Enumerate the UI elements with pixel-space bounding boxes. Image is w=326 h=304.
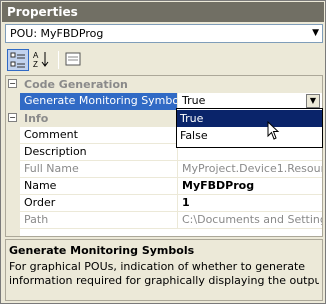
property-value: C:\Documents and Settings\A bbox=[182, 213, 322, 226]
property-name: Comment bbox=[20, 127, 178, 144]
property-row-name[interactable]: Name MyFBDProg bbox=[6, 178, 322, 195]
categorized-icon bbox=[10, 52, 25, 68]
property-row-full-name[interactable]: Full Name MyProject.Device1.Resource bbox=[6, 161, 322, 178]
property-pages-icon bbox=[65, 52, 81, 66]
collapse-icon[interactable]: − bbox=[8, 113, 17, 122]
property-value[interactable]: 1 bbox=[178, 195, 322, 212]
categorized-button[interactable] bbox=[7, 49, 29, 71]
alphabetical-icon: A Z bbox=[33, 51, 49, 69]
property-value[interactable]: MyFBDProg bbox=[178, 178, 322, 195]
toolbar: A Z bbox=[5, 47, 323, 73]
property-name: Name bbox=[20, 178, 178, 195]
property-name: Order bbox=[20, 195, 178, 212]
category-label: Code Generation bbox=[24, 78, 128, 91]
property-grid: − Code Generation Generate Monitoring Sy… bbox=[5, 75, 323, 237]
properties-window: Properties POU: MyFBDProg ▼ A Z − Code G… bbox=[0, 0, 326, 304]
property-row-path[interactable]: Path C:\Documents and Settings\A bbox=[6, 212, 322, 229]
property-name: Generate Monitoring Symbols bbox=[20, 93, 178, 110]
description-title: Generate Monitoring Symbols bbox=[9, 244, 195, 257]
property-name: Description bbox=[20, 144, 178, 161]
property-value: MyProject.Device1.Resource bbox=[182, 162, 322, 175]
property-name: Full Name bbox=[20, 161, 178, 178]
category-label: Info bbox=[24, 112, 49, 125]
property-value-text: True bbox=[182, 94, 206, 107]
description-text-line-2: information required for graphically dis… bbox=[9, 274, 319, 287]
object-selector[interactable]: POU: MyFBDProg ▼ bbox=[5, 24, 323, 43]
alphabetical-button[interactable]: A Z bbox=[31, 49, 53, 71]
mouse-cursor-icon bbox=[267, 121, 280, 140]
chevron-down-icon[interactable]: ▼ bbox=[312, 28, 319, 38]
dropdown-option-false[interactable]: False bbox=[177, 127, 322, 144]
category-code-generation[interactable]: − Code Generation bbox=[6, 76, 322, 93]
description-pane: Generate Monitoring Symbols For graphica… bbox=[5, 239, 323, 301]
dropdown-arrow-icon[interactable]: ▼ bbox=[306, 94, 320, 108]
window-title: Properties bbox=[2, 2, 324, 22]
property-pages-button[interactable] bbox=[63, 49, 85, 71]
property-row-order[interactable]: Order 1 bbox=[6, 195, 322, 212]
description-text-line-1: For graphical POUs, indication of whethe… bbox=[9, 260, 306, 273]
svg-text:Z: Z bbox=[33, 60, 38, 69]
property-name: Path bbox=[20, 212, 178, 229]
collapse-icon[interactable]: − bbox=[8, 79, 17, 88]
value-dropdown-list[interactable]: True False bbox=[176, 108, 323, 148]
object-selector-value: POU: MyFBDProg bbox=[10, 27, 104, 40]
svg-text:A: A bbox=[33, 51, 39, 60]
toolbar-separator bbox=[58, 51, 59, 69]
dropdown-option-true[interactable]: True bbox=[177, 110, 322, 127]
